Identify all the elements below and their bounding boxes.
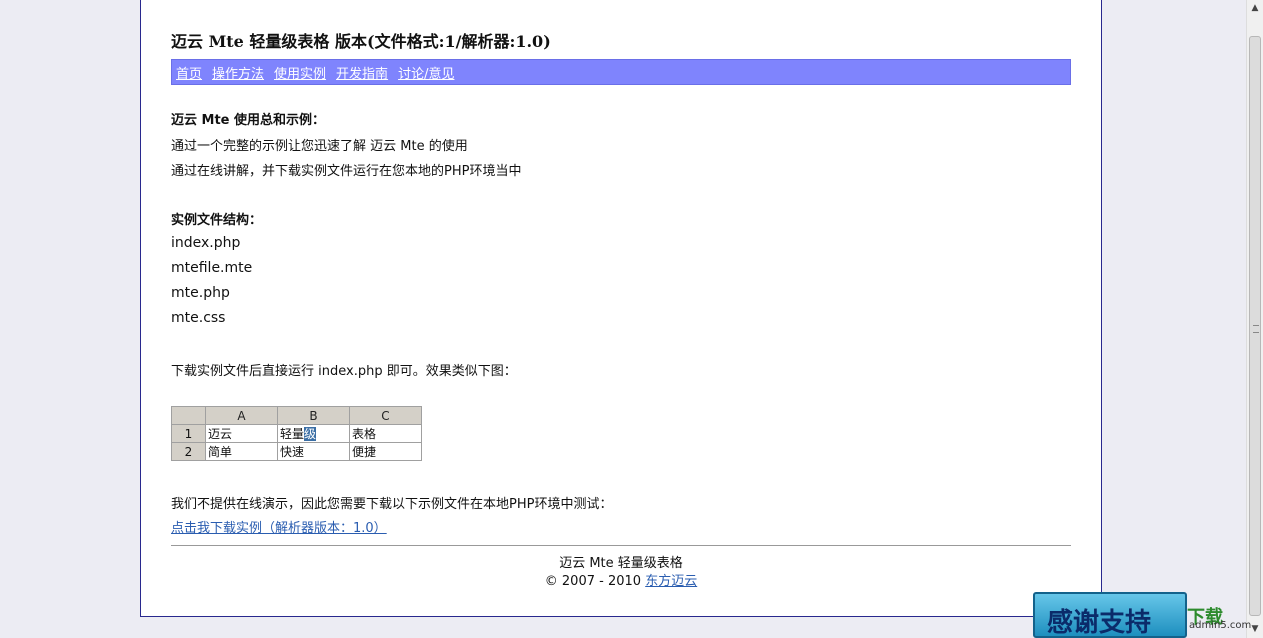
grid-cell-text: 轻量级 [280, 427, 317, 441]
file-item: mte.css [171, 310, 226, 326]
structure-heading: 实例文件结构： [171, 213, 263, 228]
file-item: mtefile.mte [171, 260, 253, 276]
page-title: 迈云 Mte 轻量级表格 版本(文件格式:1/解析器:1.0) [171, 32, 551, 51]
grid-cell: 简单 [205, 442, 278, 461]
grid-col-header: A [205, 406, 278, 425]
watermark-text: admin5.com [1189, 620, 1252, 631]
footer-title: 迈云 Mte 轻量级表格 [559, 556, 683, 571]
grip-icon [1253, 325, 1259, 333]
grid-cell-text-selected: 级 [304, 427, 317, 441]
nav-discussion[interactable]: 讨论/意见 [398, 63, 454, 82]
intro-line-2: 通过在线讲解，并下载实例文件运行在您本地的PHP环境当中 [171, 164, 522, 179]
grid-col-header: B [277, 406, 350, 425]
file-item: mte.php [171, 285, 230, 301]
grid-col-header: C [349, 406, 422, 425]
copyright-text: © 2007 - 2010 [544, 574, 642, 589]
grid-row-header: 2 [171, 442, 206, 461]
grid-cell: 轻量级 [277, 424, 350, 443]
content-page: 迈云 Mte 轻量级表格 版本(文件格式:1/解析器:1.0) 首页 操作方法 … [140, 0, 1102, 617]
grid-cell: 快速 [277, 442, 350, 461]
example-grid-image: A B C 1 迈云 轻量级 表格 2 简单 快速 便捷 [171, 406, 422, 461]
vertical-scrollbar[interactable]: ▲ ▼ [1246, 0, 1263, 638]
footer-company-link[interactable]: 东方迈云 [645, 574, 697, 589]
no-demo-note: 我们不提供在线演示，因此您需要下载以下示例文件在本地PHP环境中测试： [171, 497, 613, 512]
nav-home[interactable]: 首页 [176, 63, 202, 82]
scroll-thumb[interactable] [1249, 36, 1261, 616]
nav-dev-guide[interactable]: 开发指南 [336, 63, 388, 82]
grid-row-header: 1 [171, 424, 206, 443]
grid-cell: 迈云 [205, 424, 278, 443]
file-item: index.php [171, 235, 241, 251]
intro-heading: 迈云 Mte 使用总和示例： [171, 113, 326, 128]
grid-corner [171, 406, 206, 425]
scroll-up-icon[interactable]: ▲ [1247, 0, 1263, 17]
run-note: 下载实例文件后直接运行 index.php 即可。效果类似下图： [171, 364, 517, 379]
grid-cell: 便捷 [349, 442, 422, 461]
nav-operation[interactable]: 操作方法 [212, 63, 264, 82]
grid-cell: 表格 [349, 424, 422, 443]
promo-banner[interactable]: 感谢支持 [1033, 592, 1187, 638]
nav-bar: 首页 操作方法 使用实例 开发指南 讨论/意见 [171, 59, 1071, 85]
nav-examples[interactable]: 使用实例 [274, 63, 326, 82]
footer-divider [171, 545, 1071, 546]
intro-line-1: 通过一个完整的示例让您迅速了解 迈云 Mte 的使用 [171, 139, 468, 154]
footer-copyright-line: © 2007 - 2010 东方迈云 [141, 570, 1101, 589]
download-link[interactable]: 点击我下载实例（解析器版本：1.0） [171, 517, 387, 536]
grid-cell-text-plain: 轻量 [280, 427, 305, 441]
